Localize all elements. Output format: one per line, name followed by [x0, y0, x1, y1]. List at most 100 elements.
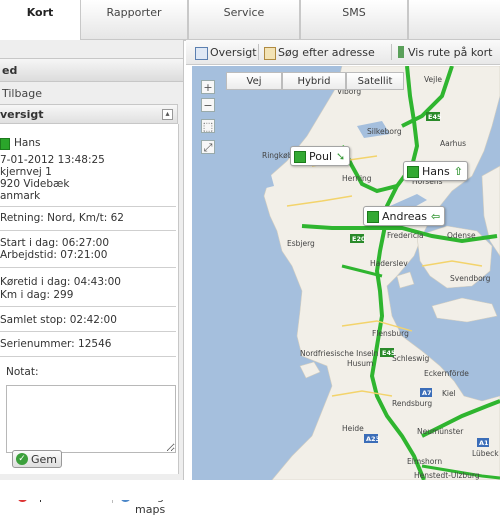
unit-address-line2: 920 Videbæk	[0, 178, 70, 190]
main-tab-bar: Kort Rapporter Service SMS	[0, 0, 500, 41]
save-button-label: Gem	[31, 453, 58, 466]
tab-sms-label: SMS	[342, 6, 366, 19]
map-label: Aarhus	[440, 139, 466, 148]
divider	[391, 44, 392, 60]
divider	[0, 206, 176, 207]
map-label: Vejle	[424, 75, 442, 84]
map-label: Eckernförde	[424, 369, 469, 378]
map-label: Kiel	[442, 389, 456, 398]
divider	[0, 230, 176, 231]
tab-extra[interactable]	[408, 0, 500, 40]
map-label: Henstedt-Ulzburg	[414, 471, 480, 480]
fullscreen-button[interactable]: ⤢	[201, 140, 215, 154]
map-label: Flensburg	[372, 329, 409, 338]
map-svg: Vejle Viborg Silkeborg Aarhus Ringkøbing…	[247, 66, 500, 480]
map-label: Haderslev	[370, 259, 408, 268]
drive-time-today: Køretid i dag: 04:43:00	[0, 276, 121, 288]
show-route-button[interactable]: Vis rute på kort	[408, 46, 492, 59]
bottom-strip	[0, 480, 500, 500]
select-area-icon: ⬚	[202, 120, 214, 133]
note-label: Notat:	[6, 366, 39, 378]
start-today: Start i dag: 06:27:00	[0, 237, 110, 249]
vehicle-name: Andreas	[382, 210, 427, 223]
checkmark-icon: ✓	[16, 453, 28, 465]
road-shield-label: A7	[422, 389, 432, 397]
route-icon	[398, 46, 404, 58]
maptype-hybrid-button[interactable]: Hybrid	[282, 72, 346, 90]
island-als	[396, 271, 415, 289]
divider	[0, 356, 176, 357]
map-label: Esbjerg	[287, 239, 315, 248]
road-shield-label: E45	[382, 349, 396, 357]
maptype-satellite-label: Satellit	[357, 76, 393, 87]
vehicle-name: Poul	[309, 150, 332, 163]
map-label: Silkeborg	[367, 127, 402, 136]
overview-icon	[195, 47, 208, 60]
back-label: Tilbage	[2, 87, 42, 100]
save-button[interactable]: ✓ Gem	[12, 450, 62, 468]
select-area-button[interactable]: ⬚	[201, 119, 215, 133]
island-fohr	[299, 361, 321, 379]
zoom-in-button[interactable]: +	[201, 80, 215, 94]
overview-header-label: versigt	[0, 108, 44, 121]
road-shield-label: E20	[352, 235, 366, 243]
vehicle-marker-hans[interactable]: Hans ⇧	[403, 161, 468, 181]
unit-address-line3: anmark	[0, 190, 41, 202]
map-label: Rendsburg	[392, 399, 432, 408]
map-label: Svendborg	[450, 274, 491, 283]
map-label: Herning	[342, 174, 372, 183]
search-address-button[interactable]: Søg efter adresse	[278, 46, 375, 59]
map-label: Heide	[342, 424, 364, 433]
work-time: Arbejdstid: 07:21:00	[0, 249, 108, 261]
map-label: Elmshorn	[407, 457, 442, 466]
vehicle-status-icon	[367, 211, 379, 223]
tab-kort-label: Kort	[26, 6, 54, 19]
unit-address-line1: kjernvej 1	[0, 166, 52, 178]
unit-datetime: 7-01-2012 13:48:25	[0, 154, 105, 166]
divider	[0, 267, 176, 268]
minus-icon: −	[203, 99, 213, 112]
direction-speed: Retning: Nord, Km/t: 62	[0, 212, 124, 224]
map-label: Odense	[447, 231, 476, 240]
vehicle-status-icon	[407, 166, 419, 178]
serial-number: Serienummer: 12546	[0, 338, 112, 350]
map-toolbar: Oversigt Søg efter adresse Vis rute på k…	[186, 40, 500, 65]
direction-arrow-icon: ⇦	[431, 210, 441, 223]
vehicle-marker-poul[interactable]: Poul ➘	[290, 146, 351, 166]
vehicle-name: Hans	[422, 165, 450, 178]
tab-kort[interactable]: Kort	[0, 0, 82, 40]
maptype-road-button[interactable]: Vej	[226, 72, 282, 90]
overview-button[interactable]: Oversigt	[210, 46, 257, 59]
tab-service[interactable]: Service	[188, 0, 300, 40]
road-shield-label: A23	[366, 435, 380, 443]
tab-rapporter[interactable]: Rapporter	[80, 0, 188, 40]
unit-name: Hans	[14, 137, 41, 149]
tab-sms[interactable]: SMS	[300, 0, 408, 40]
zoom-out-button[interactable]: −	[201, 98, 215, 112]
back-link[interactable]: Tilbage	[2, 87, 42, 100]
direction-arrow-icon: ⇧	[453, 165, 463, 178]
overview-header[interactable]: versigt ▴	[0, 104, 178, 124]
divider	[258, 44, 259, 60]
map-canvas[interactable]: Vejle Viborg Silkeborg Aarhus Ringkøbing…	[192, 66, 500, 480]
tab-service-label: Service	[223, 6, 265, 19]
divider	[0, 331, 176, 332]
note-textarea[interactable]	[6, 385, 176, 453]
island-lolland	[431, 297, 498, 323]
maptype-hybrid-label: Hybrid	[297, 76, 331, 87]
road-shield-label: A1	[479, 439, 489, 447]
vehicle-status-icon	[294, 151, 306, 163]
expand-icon: ⤢	[203, 141, 213, 154]
collapse-icon[interactable]: ▴	[162, 109, 173, 120]
map-label: Schleswig	[392, 354, 429, 363]
address-book-icon	[264, 47, 276, 60]
km-today: Km i dag: 299	[0, 289, 74, 301]
sidebar-panel: ed Tilbage versigt ▴ Hans 7-01-2012 13:4…	[0, 40, 184, 516]
vehicle-marker-andreas[interactable]: Andreas ⇦	[363, 206, 446, 226]
map-label: Neumünster	[417, 427, 464, 436]
tab-rapporter-label: Rapporter	[106, 6, 162, 19]
maptype-satellite-button[interactable]: Satellit	[346, 72, 404, 90]
direction-arrow-icon: ➘	[336, 150, 346, 163]
map-label: Lübeck	[472, 449, 499, 458]
unit-info-panel: Hans 7-01-2012 13:48:25 kjernvej 1 920 V…	[0, 124, 179, 474]
